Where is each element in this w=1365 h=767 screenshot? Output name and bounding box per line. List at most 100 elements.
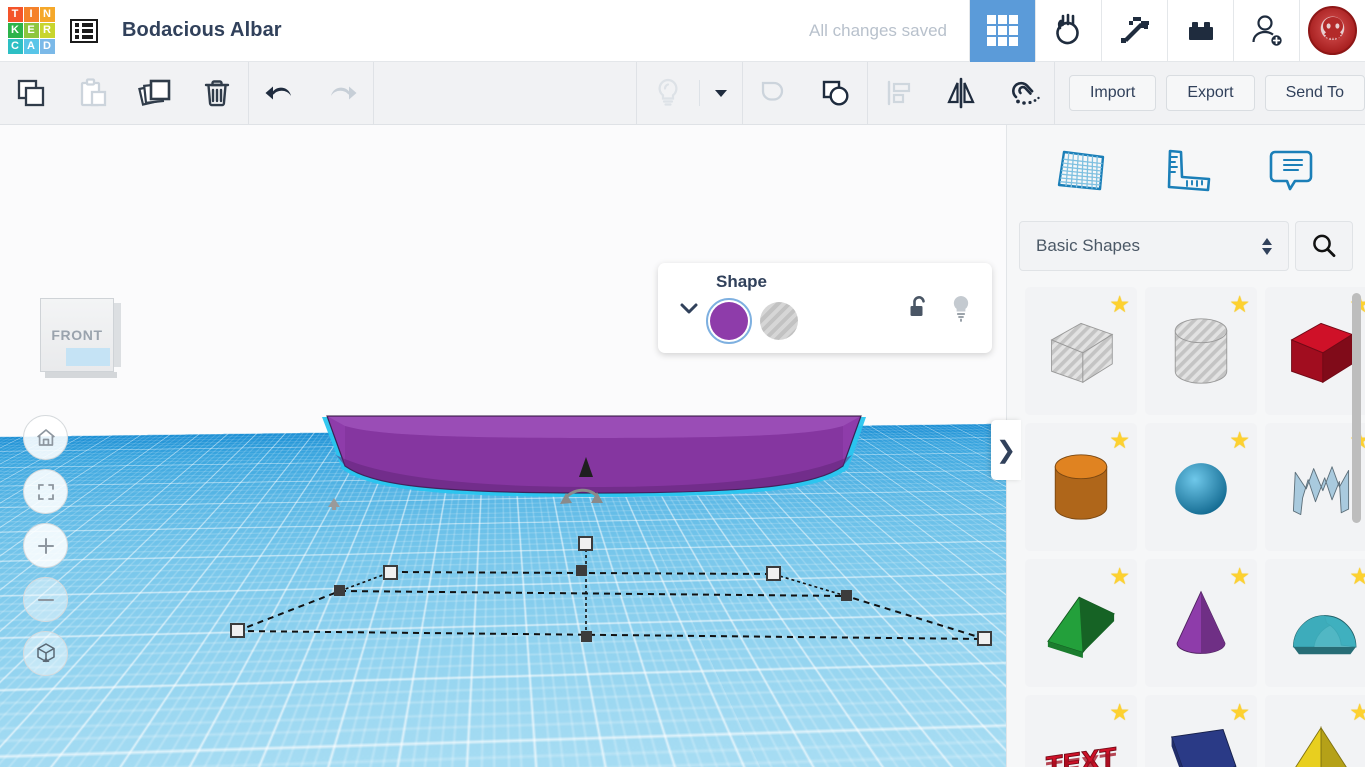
view-cube-highlight	[66, 348, 110, 366]
shape-properties-panel: Shape	[658, 263, 992, 353]
scrollbar-thumb[interactable]	[1352, 293, 1361, 523]
shape-item-sphere[interactable]: ★	[1145, 423, 1257, 551]
hole-swatch[interactable]	[760, 302, 798, 340]
3d-viewport[interactable]: FRONT Shape	[0, 125, 1006, 767]
resize-handle-corner-front-left[interactable]	[230, 623, 245, 638]
minecraft-pickaxe-icon[interactable]	[1101, 0, 1167, 62]
logo-tile-e: E	[24, 23, 39, 38]
chevron-down-icon[interactable]	[672, 295, 706, 321]
lightbulb-icon[interactable]	[948, 293, 974, 323]
copy-icon[interactable]	[0, 62, 62, 125]
perspective-toggle-icon[interactable]	[23, 631, 68, 676]
lego-brick-icon[interactable]	[1167, 0, 1233, 62]
view-navigation-controls	[23, 415, 68, 676]
shape-library-select[interactable]: Basic Shapes	[1019, 221, 1289, 271]
list-menu-icon[interactable]	[62, 0, 106, 62]
shape-item-scribble[interactable]: ★	[1265, 423, 1365, 551]
resize-handle-back-right[interactable]	[841, 590, 852, 601]
tinkercad-logo[interactable]: TIN KER CAD	[0, 0, 62, 62]
lightbulb-icon[interactable]	[637, 62, 699, 125]
light-tool-group	[637, 62, 742, 125]
resize-handle-center[interactable]	[576, 565, 587, 576]
group-icon[interactable]	[805, 62, 867, 125]
shape-item-cylinder[interactable]: ★	[1025, 423, 1137, 551]
ungroup-icon[interactable]	[743, 62, 805, 125]
shape-item-roof[interactable]: ★	[1025, 559, 1137, 687]
shape-library-grid: ★★★★★★★★★TEXTTEXT★★★	[1007, 277, 1365, 767]
star-icon[interactable]: ★	[1349, 701, 1365, 724]
star-icon[interactable]: ★	[1109, 565, 1130, 588]
view-cube-bottom	[45, 372, 117, 378]
resize-handle-right[interactable]	[766, 566, 781, 581]
resize-handle-back-left[interactable]	[334, 585, 345, 596]
view-cube[interactable]: FRONT	[36, 293, 122, 381]
delete-icon[interactable]	[186, 62, 248, 125]
codeblocks-icon[interactable]	[1035, 0, 1101, 62]
avatar[interactable]	[1299, 0, 1365, 62]
chevron-down-icon[interactable]	[700, 62, 742, 125]
shape-panel-content: Shape	[706, 272, 798, 344]
shape-library-value: Basic Shapes	[1036, 236, 1140, 256]
shape-item-box-hole[interactable]: ★	[1025, 287, 1137, 415]
align-tool-group	[868, 62, 1054, 125]
shape-item-cylinder-hole[interactable]: ★	[1145, 287, 1257, 415]
note-icon[interactable]	[1260, 139, 1322, 201]
resize-handle-left[interactable]	[383, 565, 398, 580]
redo-icon[interactable]	[311, 62, 373, 125]
shape-item-text[interactable]: TEXTTEXT★	[1025, 695, 1137, 767]
add-person-icon[interactable]	[1233, 0, 1299, 62]
blocks-grid-icon[interactable]	[969, 0, 1035, 62]
logo-tile-n: N	[40, 7, 55, 22]
undo-icon[interactable]	[249, 62, 311, 125]
resize-handle-top[interactable]	[578, 536, 593, 551]
star-icon[interactable]: ★	[1229, 429, 1250, 452]
duplicate-icon[interactable]	[124, 62, 186, 125]
panel-mode-icons	[1007, 125, 1365, 215]
star-icon[interactable]: ★	[1109, 293, 1130, 316]
unlocked-padlock-icon[interactable]	[906, 294, 932, 322]
workplane-icon[interactable]	[1050, 139, 1112, 201]
resize-handle-bottom-center[interactable]	[581, 631, 592, 642]
shape-item-pyramid[interactable]: ★	[1265, 695, 1365, 767]
logo-tile-i: I	[24, 7, 39, 22]
home-view-icon[interactable]	[23, 415, 68, 460]
edit-toolbar: Import Export Send To	[0, 62, 1365, 125]
file-actions-group: Import Export Send To	[1055, 75, 1365, 111]
search-icon[interactable]	[1295, 221, 1353, 271]
zoom-in-icon[interactable]	[23, 523, 68, 568]
magnet-icon[interactable]	[992, 62, 1054, 125]
logo-tile-k: K	[8, 23, 23, 38]
shape-item-box[interactable]: ★	[1265, 287, 1365, 415]
star-icon[interactable]: ★	[1109, 429, 1130, 452]
header-right-group: All changes saved	[809, 0, 1365, 62]
star-icon[interactable]: ★	[1229, 565, 1250, 588]
import-button[interactable]: Import	[1069, 75, 1156, 111]
shape-panel-tools	[906, 293, 974, 323]
align-icon[interactable]	[868, 62, 930, 125]
shape-item-polygon[interactable]: ★	[1145, 695, 1257, 767]
logo-tile-d: D	[40, 39, 55, 54]
panel-collapse-tab[interactable]: ❯	[991, 420, 1021, 480]
shape-grid-scrollbar[interactable]	[1352, 293, 1361, 623]
solid-swatch[interactable]	[706, 298, 752, 344]
stepper-arrows-icon	[1262, 238, 1272, 255]
view-cube-side	[114, 303, 121, 367]
ruler-icon[interactable]	[1155, 139, 1217, 201]
star-icon[interactable]: ★	[1109, 701, 1130, 724]
star-icon[interactable]: ★	[1229, 293, 1250, 316]
star-icon[interactable]: ★	[1229, 701, 1250, 724]
mirror-icon[interactable]	[930, 62, 992, 125]
toolbar-divider	[373, 62, 374, 125]
zoom-out-icon[interactable]	[23, 577, 68, 622]
resize-handle-corner-front-right[interactable]	[977, 631, 992, 646]
workplane-grid	[0, 422, 1006, 767]
paste-icon[interactable]	[62, 62, 124, 125]
document-title[interactable]: Bodacious Albar	[122, 19, 282, 42]
shape-item-cone[interactable]: ★	[1145, 559, 1257, 687]
export-button[interactable]: Export	[1166, 75, 1254, 111]
fit-to-view-icon[interactable]	[23, 469, 68, 514]
shape-item-round-roof[interactable]: ★	[1265, 559, 1365, 687]
send-to-button[interactable]: Send To	[1265, 75, 1365, 111]
tinkercad-app: TIN KER CAD Bodacious Albar All changes sa…	[0, 0, 1365, 767]
workplane[interactable]	[0, 422, 1006, 767]
